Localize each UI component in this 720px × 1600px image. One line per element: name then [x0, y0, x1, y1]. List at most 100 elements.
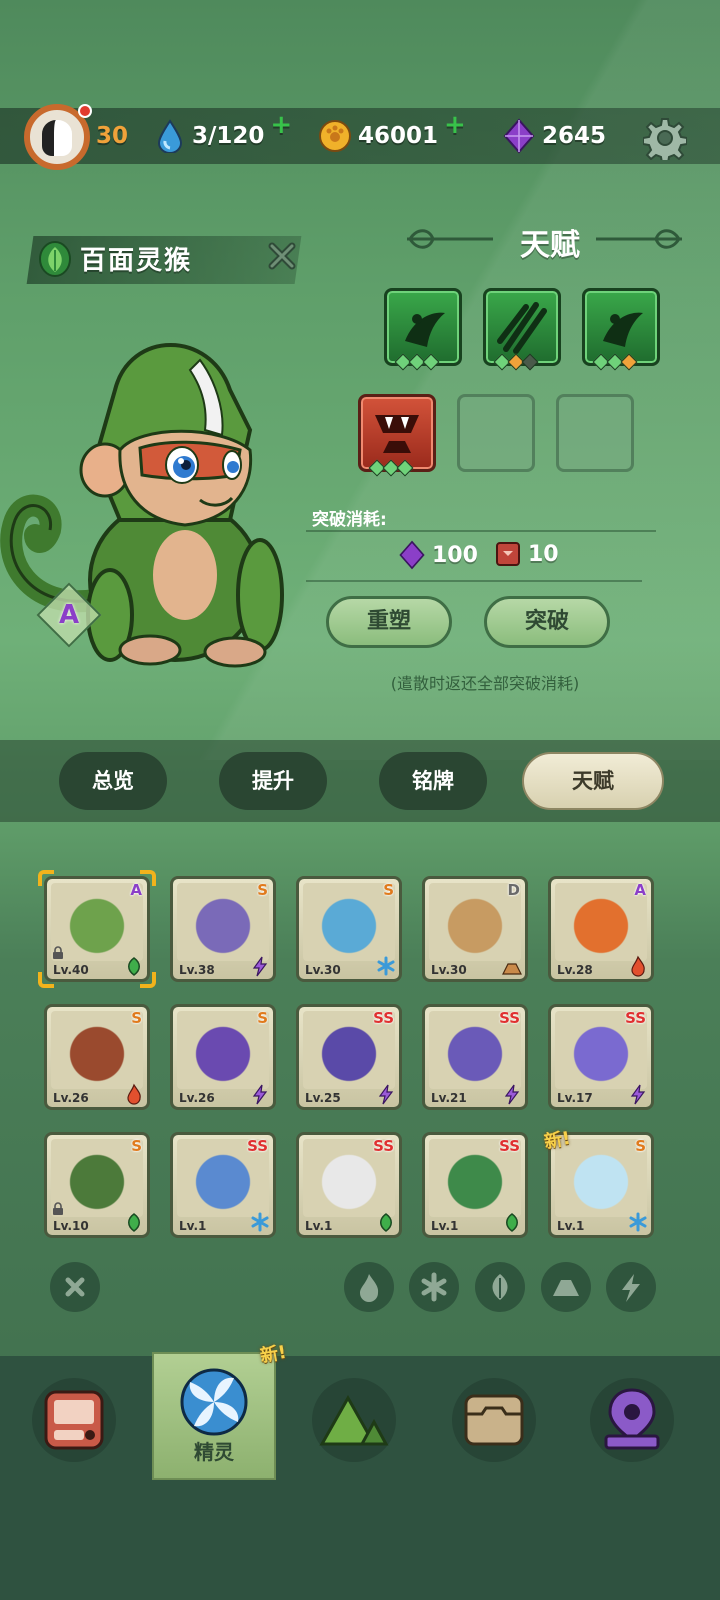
- pet-card[interactable]: SS Lv.21: [422, 1004, 528, 1110]
- clear-filter-icon: [65, 1277, 85, 1297]
- breakthrough-button[interactable]: 突破: [484, 596, 610, 648]
- pet-level: Lv.26: [53, 1091, 89, 1105]
- pet-level: Lv.25: [305, 1091, 341, 1105]
- gem-value: 2645: [542, 123, 607, 149]
- pet-rank: S: [257, 1009, 268, 1027]
- filter-snow-button[interactable]: [409, 1262, 459, 1312]
- coin-icon: [319, 120, 351, 152]
- pet-card[interactable]: S Lv.30: [296, 876, 402, 982]
- purple-gem-icon: [503, 118, 535, 154]
- talent-slot-6-empty[interactable]: [556, 394, 634, 472]
- pet-card[interactable]: SS Lv.25: [296, 1004, 402, 1110]
- avatar-face: [42, 120, 72, 156]
- pet-card[interactable]: A Lv.28: [548, 876, 654, 982]
- pet-portrait: [51, 1011, 143, 1089]
- leaf-icon: [492, 1274, 508, 1300]
- talent-slot-3-gems: [592, 353, 638, 371]
- pet-rank: SS: [373, 1009, 394, 1027]
- nav-inventory-button[interactable]: [452, 1378, 536, 1462]
- grade-letter: A: [58, 600, 80, 630]
- pet-card[interactable]: D Lv.30: [422, 876, 528, 982]
- talent-slot-3[interactable]: [582, 288, 660, 366]
- nav-map-button[interactable]: [590, 1378, 674, 1462]
- nav-new-badge: 新!: [258, 1341, 289, 1368]
- leaf-element-icon: [380, 1213, 392, 1232]
- talent-book-icon: [496, 542, 520, 566]
- pet-card[interactable]: A Lv.40: [44, 876, 150, 982]
- pet-rank: SS: [373, 1137, 394, 1155]
- tab-nameplate[interactable]: 铭牌: [379, 752, 487, 810]
- snow-element-icon: [251, 1212, 269, 1232]
- claw-strike-icon: [603, 312, 643, 347]
- lock-icon: [51, 1201, 65, 1215]
- pet-card[interactable]: S Lv.10: [44, 1132, 150, 1238]
- pet-card[interactable]: S Lv.38: [170, 876, 276, 982]
- selection-corner: [38, 972, 54, 988]
- pet-level: Lv.1: [431, 1219, 459, 1233]
- new-pet-badge: 新!: [542, 1127, 573, 1154]
- pet-level: Lv.17: [557, 1091, 593, 1105]
- nav-battle-button[interactable]: [32, 1378, 116, 1462]
- talent-slot-2[interactable]: [483, 288, 561, 366]
- pets-swirl-icon: [180, 1368, 248, 1436]
- settings-gear-icon[interactable]: [643, 116, 687, 160]
- pet-card[interactable]: S Lv.26: [44, 1004, 150, 1110]
- filter-fire-button[interactable]: [344, 1262, 394, 1312]
- player-avatar[interactable]: [24, 104, 92, 170]
- pet-card[interactable]: S Lv.26: [170, 1004, 276, 1110]
- tab-overview[interactable]: 总览: [59, 752, 167, 810]
- lightning-element-icon: [630, 1084, 646, 1105]
- filter-lightning-button[interactable]: [606, 1262, 656, 1312]
- map-pin-icon: [604, 1388, 660, 1450]
- pet-level: Lv.10: [53, 1219, 89, 1233]
- lightning-icon: [622, 1274, 640, 1302]
- notification-dot: [78, 104, 92, 118]
- player-level: 30: [96, 116, 128, 156]
- pet-rank: S: [131, 1137, 142, 1155]
- talent-slot-1[interactable]: [384, 288, 462, 366]
- lock-icon: [51, 945, 65, 959]
- stamina-display[interactable]: 3/120 +: [154, 110, 292, 156]
- snow-element-icon: [629, 1212, 647, 1232]
- selection-corner: [140, 972, 156, 988]
- nav-explore-button[interactable]: [312, 1378, 396, 1462]
- reset-talent-button[interactable]: 重塑: [326, 596, 452, 648]
- cost-gems-value: 100: [432, 542, 478, 568]
- pet-level: Lv.1: [179, 1219, 207, 1233]
- player-level-value: 30: [96, 123, 129, 149]
- pet-card[interactable]: SS Lv.17: [548, 1004, 654, 1110]
- fire-icon: [360, 1274, 379, 1302]
- cost-gems: 100: [398, 540, 478, 570]
- tab-talent[interactable]: 天赋: [522, 752, 664, 810]
- breakthrough-cost-label: 突破消耗:: [312, 510, 387, 530]
- pet-card[interactable]: SS Lv.1: [170, 1132, 276, 1238]
- pet-card[interactable]: SS Lv.1: [296, 1132, 402, 1238]
- pet-portrait: [177, 1011, 269, 1089]
- fire-element-icon: [127, 1083, 141, 1105]
- close-icon[interactable]: [266, 240, 298, 272]
- pet-rank: SS: [499, 1009, 520, 1027]
- console-icon: [44, 1390, 104, 1450]
- add-coin-icon[interactable]: +: [444, 110, 466, 140]
- clear-filter-button[interactable]: [50, 1262, 100, 1312]
- filter-earth-button[interactable]: [541, 1262, 591, 1312]
- leaf-element-icon: [506, 1213, 518, 1232]
- pet-rank: A: [634, 881, 646, 899]
- cost-divider-top: [306, 530, 656, 532]
- talent-slot-4[interactable]: [358, 394, 436, 472]
- selection-corner: [38, 870, 54, 886]
- cost-divider-bottom: [306, 580, 642, 582]
- talent-slot-5-empty[interactable]: [457, 394, 535, 472]
- add-stamina-icon[interactable]: +: [270, 110, 292, 140]
- pet-level: Lv.28: [557, 963, 593, 977]
- talent-title: 天赋: [520, 228, 580, 263]
- tab-upgrade[interactable]: 提升: [219, 752, 327, 810]
- pet-rank: SS: [625, 1009, 646, 1027]
- leaf-element-icon: [39, 241, 71, 277]
- snowflake-icon: [421, 1272, 447, 1302]
- filter-leaf-button[interactable]: [475, 1262, 525, 1312]
- coin-display[interactable]: 46001 +: [318, 110, 466, 156]
- pet-level: Lv.30: [431, 963, 467, 977]
- lightning-element-icon: [378, 1084, 394, 1105]
- pet-card[interactable]: SS Lv.1: [422, 1132, 528, 1238]
